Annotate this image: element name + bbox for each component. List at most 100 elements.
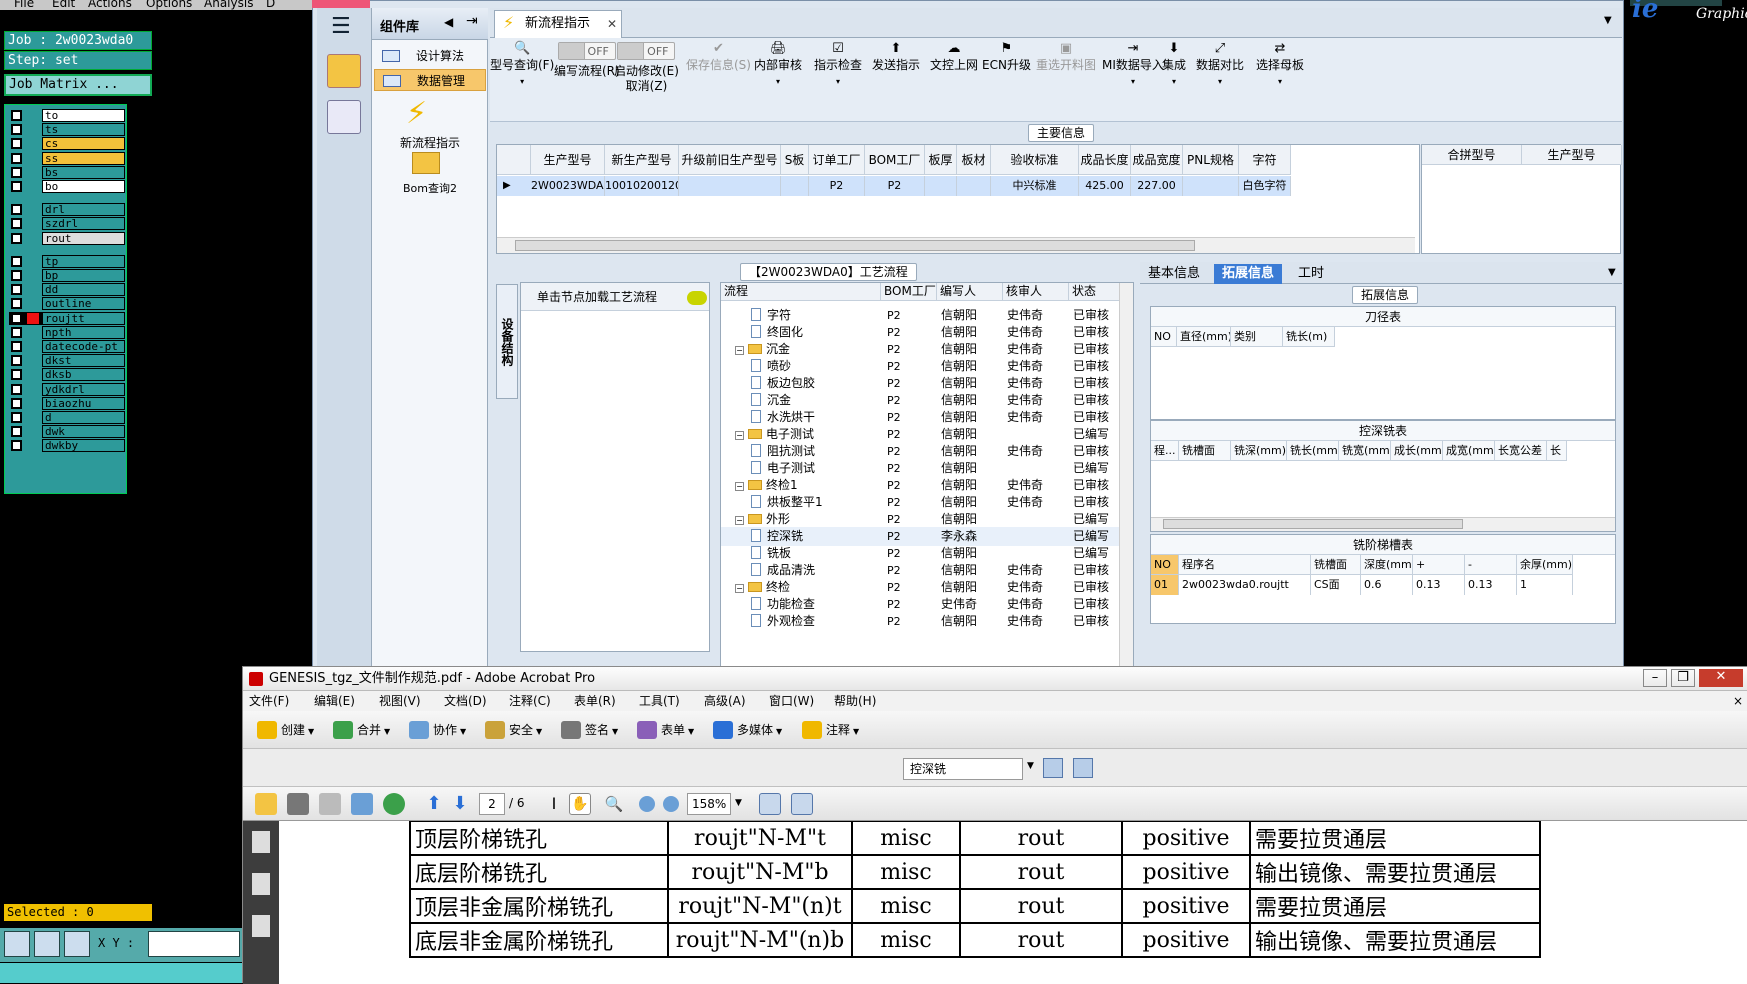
toolbar-button-7[interactable]: ☁ 文控上网 [930,42,978,73]
layer-row[interactable]: dwkby [9,439,125,453]
layer-checkbox[interactable] [11,341,22,352]
acrobat-task-button[interactable]: 协作 ▼ [409,721,466,741]
job-matrix-button[interactable]: Job Matrix ... [4,74,152,96]
tree-row[interactable]: 外观检查 P2 信朝阳 史伟奇 已审核 [721,612,1133,631]
select-text-icon[interactable]: I [543,793,565,815]
layer-name[interactable]: cs [42,137,125,151]
web-icon[interactable] [383,793,405,815]
layer-checkbox[interactable] [11,270,22,281]
chevron-down-icon[interactable]: ▾ [836,77,840,86]
arrow-down-icon[interactable]: ⬇ [449,793,471,815]
layer-checkbox[interactable] [11,355,22,367]
layer-row[interactable]: dksb [9,368,125,382]
email-icon[interactable] [351,793,373,815]
layer-name[interactable]: tp [42,254,125,268]
bookmarks-icon[interactable] [252,873,270,895]
layer-row[interactable]: ss [9,151,125,165]
acrobat-task-button[interactable]: 安全 ▼ [485,721,542,741]
toolbar-button-0[interactable]: 🔍 型号查询(F) ▾ [490,42,554,89]
side-tab-equipment[interactable]: 设备结构 [496,284,518,399]
chevron-down-icon[interactable]: ▼ [688,727,694,736]
layer-row[interactable]: drl [9,203,125,217]
off-toggle[interactable]: OFF [557,42,616,60]
off-toggle[interactable]: OFF [617,42,676,60]
collapse-icon[interactable]: − [735,584,744,593]
zoom-tool-icon[interactable]: 🔍 [603,793,625,815]
layer-name[interactable]: dwkby [42,439,125,453]
toolbar-button-4[interactable]: 🖨 内部审核 ▾ [754,42,802,89]
layer-checkbox[interactable] [11,166,22,178]
acrobat-menu-item[interactable]: 编辑(E) [314,691,355,711]
acrobat-task-button[interactable]: 合并 ▼ [333,721,390,741]
layer-name[interactable]: dwk [42,425,125,439]
scroll-thumb[interactable] [515,240,1195,251]
bom-query-label[interactable]: Bom查询2 [372,180,488,196]
layer-name[interactable]: dksb [42,368,125,382]
toolbar-button-3[interactable]: ✔ 保存信息(S) [686,42,751,73]
layer-row[interactable]: cs [9,137,125,151]
acrobat-menu-item[interactable]: 表单(R) [574,691,616,711]
chevron-down-icon[interactable]: ▼ [1608,267,1616,278]
collapse-icon[interactable]: − [735,482,744,491]
layer-row[interactable]: bp [9,269,125,282]
acrobat-task-button[interactable]: 多媒体 ▼ [713,721,782,741]
pin-icon[interactable]: ⇥ [466,13,478,29]
acrobat-task-button[interactable]: 签名 ▼ [561,721,618,741]
layer-row[interactable]: biaozhu [9,396,125,410]
layer-row[interactable]: bs [9,165,125,179]
arrow-up-icon[interactable]: ⬆ [423,793,445,815]
layer-checkbox[interactable] [11,312,22,324]
chevron-down-icon[interactable]: ▼ [735,798,742,808]
toolbar-button-8[interactable]: ⚑ ECN升级 [982,42,1031,73]
layer-row[interactable]: d [9,411,125,424]
chevron-down-icon[interactable]: ▾ [1218,77,1222,86]
tab-new-flow[interactable]: ⚡ 新流程指示 ✕ [494,10,622,38]
collapse-icon[interactable]: − [735,516,744,525]
layer-name[interactable]: bs [42,165,125,179]
layer-checkbox[interactable] [11,181,22,192]
collapse-icon[interactable]: − [735,431,744,440]
collapse-left-icon[interactable]: ◀ [444,15,453,29]
menu-edit[interactable]: Edit [52,0,75,10]
tool-grid-icon[interactable] [64,931,90,957]
close-icon[interactable]: ✕ [1699,669,1743,687]
pdf-document-view[interactable]: 顶层阶梯铣孔 roujt"N-M"t misc rout positive 需要拉贯通层底… [279,821,1747,984]
layer-name[interactable]: ss [42,151,125,165]
tool-measure-icon[interactable] [34,931,60,957]
pages-icon[interactable] [252,831,270,853]
layer-name[interactable]: datecode-pt [42,340,125,353]
layer-checkbox[interactable] [11,426,22,438]
new-flow-label[interactable]: 新流程指示 [372,134,488,151]
fit-width-icon[interactable] [791,793,813,815]
layer-name[interactable]: bo [42,180,125,193]
menu-options[interactable]: Options [146,0,192,10]
toolbar-button-10[interactable]: ⇥ MI数据导入 ▾ [1102,42,1164,89]
layer-name[interactable]: rout [42,231,125,245]
layer-name[interactable]: dkst [42,354,125,368]
print-icon[interactable] [287,793,309,815]
layer-name[interactable]: to [42,109,125,122]
layer-checkbox[interactable] [11,124,22,136]
layer-checkbox[interactable] [11,284,22,296]
lib-item-data-management[interactable]: 数据管理 [374,69,486,91]
layer-row[interactable]: ydkdrl [9,382,125,396]
open-folder-icon[interactable] [255,793,277,815]
layer-checkbox[interactable] [11,440,22,452]
layer-name[interactable]: outline [42,297,125,311]
calculator-icon[interactable] [327,100,361,134]
acrobat-menu-item[interactable]: 帮助(H) [834,691,876,711]
layer-checkbox[interactable] [11,152,22,164]
toolbar-button-1[interactable]: OFF 编写流程(R) [554,42,620,79]
layer-row[interactable]: rout [9,231,125,245]
layer-row[interactable]: dd [9,283,125,297]
layer-row[interactable]: bo [9,180,125,193]
layer-checkbox[interactable] [11,204,22,216]
layer-checkbox[interactable] [11,218,22,230]
close-icon[interactable]: × [1733,691,1743,711]
lightning-icon[interactable]: ⚡ [406,96,427,131]
layer-name[interactable]: ts [42,123,125,137]
layer-row[interactable]: tp [9,254,125,268]
layer-row[interactable]: npth [9,325,125,339]
layer-row[interactable]: szdrl [9,217,125,231]
toolbar-button-11[interactable]: ⬇ 集成 ▾ [1162,42,1186,89]
